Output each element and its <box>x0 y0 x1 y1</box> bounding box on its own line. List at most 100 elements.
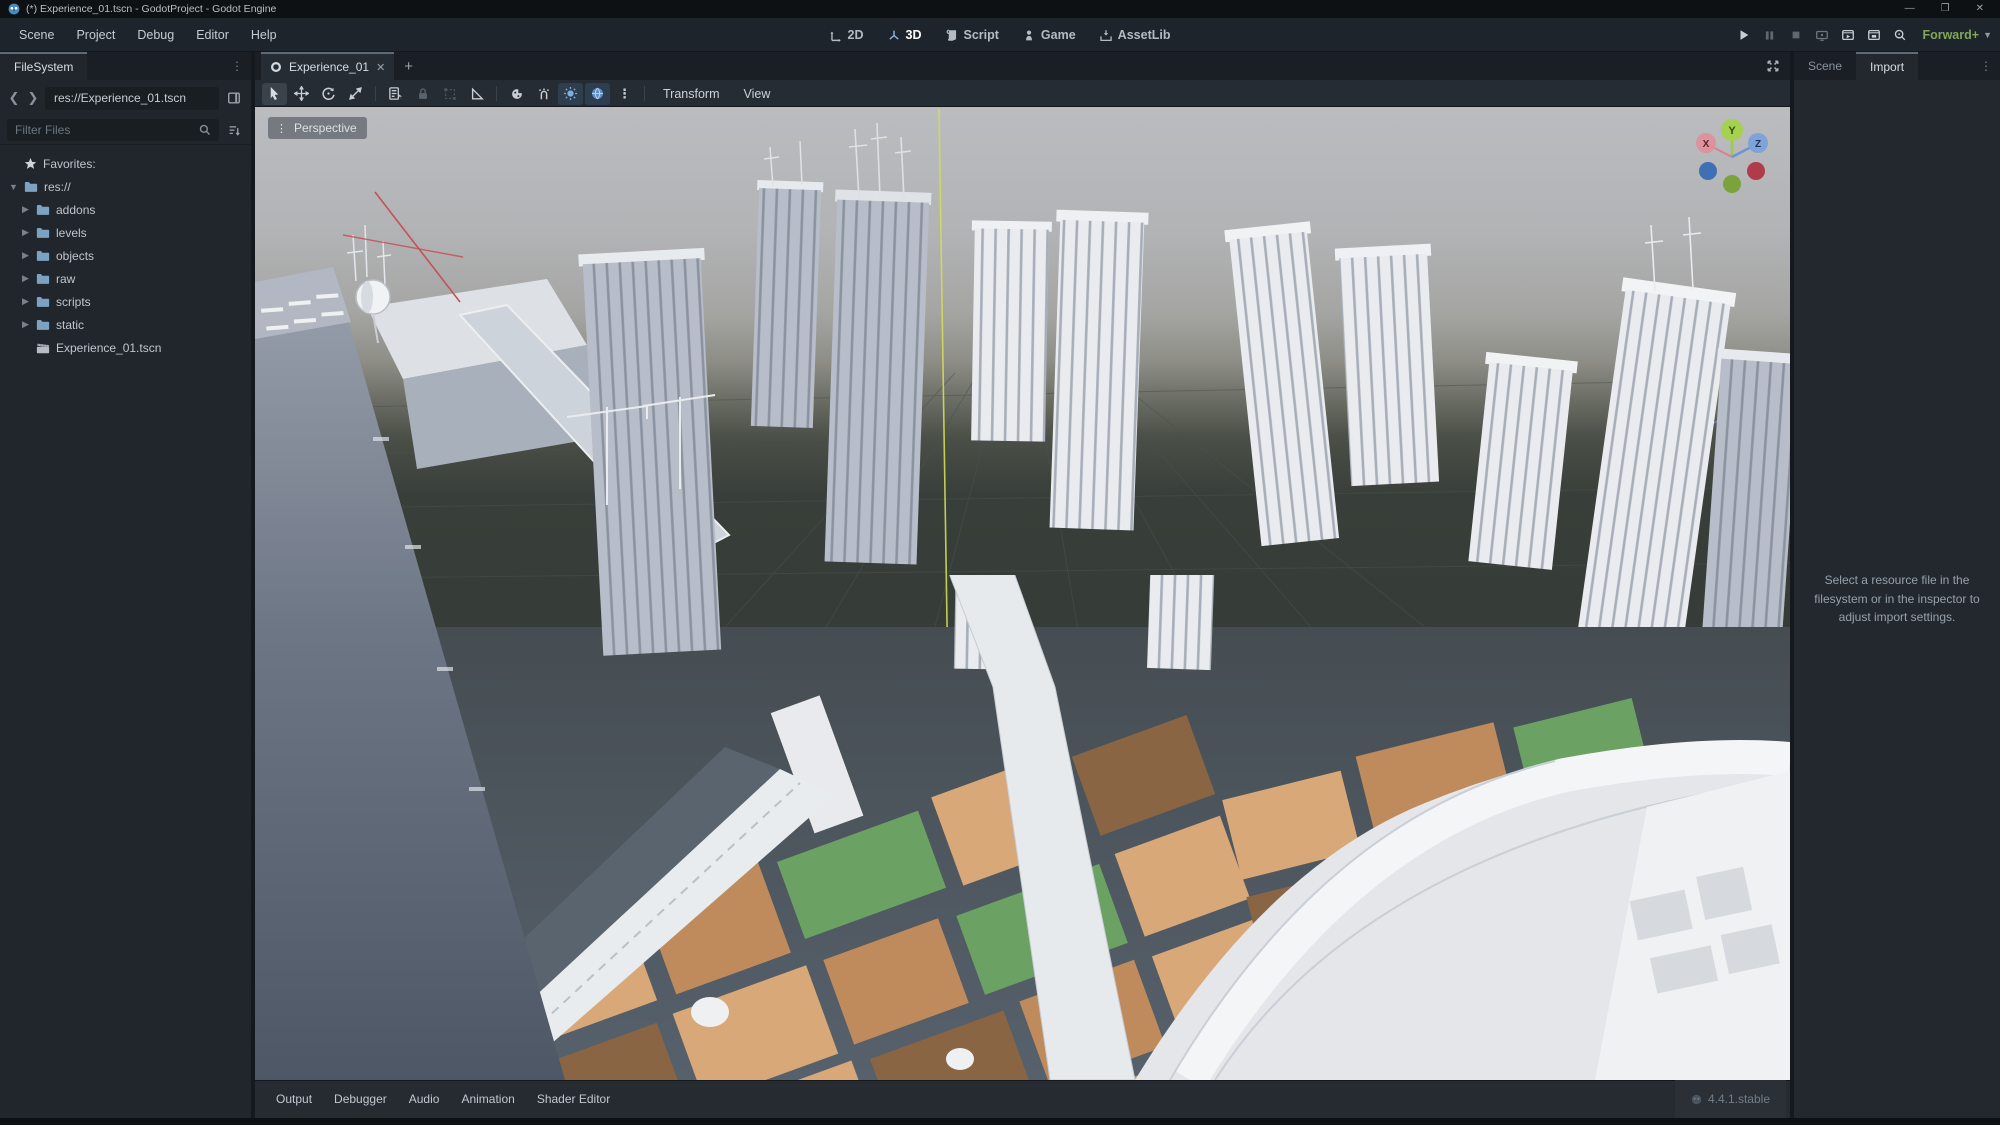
folder-icon <box>36 204 50 216</box>
tree-item-raw[interactable]: ▶ raw <box>0 267 251 290</box>
tree-item-static[interactable]: ▶ static <box>0 313 251 336</box>
window-title: (*) Experience_01.tscn - GodotProject - … <box>26 3 276 15</box>
tree-item-scene-file[interactable]: Experience_01.tscn <box>0 336 251 359</box>
group-selected-button[interactable] <box>437 83 462 105</box>
tree-item-levels[interactable]: ▶ levels <box>0 221 251 244</box>
view-axis-gizmo[interactable]: Y X Z <box>1686 113 1778 205</box>
tab-scene-dock[interactable]: Scene <box>1794 52 1856 80</box>
workspace-tab-script[interactable]: Script <box>938 26 1005 44</box>
filesystem-dock-tabbar: FileSystem ⋮ <box>0 52 251 80</box>
play-custom-scene-button[interactable] <box>1862 25 1885 45</box>
extra-options-button[interactable]: ⋮ <box>612 83 637 105</box>
history-back-button[interactable]: ❮ <box>7 90 21 106</box>
expand-arrow-icon[interactable]: ▶ <box>21 204 30 215</box>
panel-output[interactable]: Output <box>265 1092 323 1106</box>
distraction-free-button[interactable] <box>1756 52 1790 80</box>
workspace-tab-3d[interactable]: 3D <box>881 26 929 44</box>
new-scene-tab-button[interactable]: + <box>394 52 423 80</box>
preview-sun-button[interactable] <box>558 83 583 105</box>
environment-globe-icon <box>590 86 605 101</box>
tree-item-favorites[interactable]: Favorites: <box>0 152 251 175</box>
menu-help[interactable]: Help <box>240 28 288 42</box>
move-mode-button[interactable] <box>289 83 314 105</box>
version-info[interactable]: 4.4.1.stable <box>1675 1080 1786 1118</box>
panel-shader-editor[interactable]: Shader Editor <box>526 1092 621 1106</box>
workspace-tab-2d[interactable]: 2D <box>823 26 871 44</box>
script-workspace-icon <box>945 29 958 42</box>
tree-item-res-root[interactable]: ▼ res:// <box>0 175 251 198</box>
filesystem-tree: Favorites: ▼ res:// ▶ addons ▶ levels ▶ … <box>0 144 251 1118</box>
search-icon <box>199 124 211 136</box>
tab-filesystem[interactable]: FileSystem <box>0 52 87 80</box>
folder-icon <box>36 319 50 331</box>
local-space-button[interactable] <box>504 83 529 105</box>
filesystem-navbar: ❮ ❯ res://Experience_01.tscn <box>0 80 251 116</box>
perspective-menu-button[interactable]: ⋮ Perspective <box>268 117 367 139</box>
expand-arrow-icon[interactable]: ▶ <box>21 227 30 238</box>
sort-files-button[interactable] <box>224 120 244 140</box>
menu-debug[interactable]: Debug <box>126 28 185 42</box>
workspace-tab-assetlib[interactable]: AssetLib <box>1093 26 1178 44</box>
menu-editor[interactable]: Editor <box>185 28 240 42</box>
expand-arrow-icon[interactable]: ▶ <box>21 250 30 261</box>
transform-menu[interactable]: Transform <box>652 87 731 101</box>
pause-button[interactable] <box>1758 25 1781 45</box>
2d-workspace-icon <box>830 29 843 42</box>
panel-audio[interactable]: Audio <box>398 1092 451 1106</box>
toolbar-separator <box>375 86 376 101</box>
filesystem-filter-row: Filter Files <box>0 116 251 144</box>
play-button[interactable] <box>1732 25 1755 45</box>
expand-arrow-icon[interactable]: ▶ <box>21 319 30 330</box>
expand-arrow-icon[interactable]: ▶ <box>21 296 30 307</box>
scene-icon <box>270 61 282 73</box>
viewport-3d[interactable]: ⋮ Perspective Y X Z <box>255 107 1790 1080</box>
ruler-mode-button[interactable] <box>464 83 489 105</box>
folder-icon <box>36 227 50 239</box>
maximize-button[interactable]: ❐ <box>1941 4 1950 14</box>
scene-file-icon <box>36 342 50 354</box>
scale-mode-button[interactable] <box>343 83 368 105</box>
movie-maker-button[interactable] <box>1888 25 1911 45</box>
panel-animation[interactable]: Animation <box>450 1092 525 1106</box>
expand-arrow-icon[interactable]: ▶ <box>21 273 30 284</box>
lock-selected-button[interactable] <box>410 83 435 105</box>
menu-project[interactable]: Project <box>65 28 126 42</box>
scene-tab-experience-01[interactable]: Experience_01 ✕ <box>261 52 394 80</box>
tree-item-addons[interactable]: ▶ addons <box>0 198 251 221</box>
rotate-mode-button[interactable] <box>316 83 341 105</box>
filter-files-input[interactable]: Filter Files <box>7 119 219 141</box>
import-empty-message: Select a resource file in the filesystem… <box>1810 571 1984 627</box>
rotate-icon <box>321 86 336 101</box>
scene-tabbar: Experience_01 ✕ + <box>255 52 1790 80</box>
version-label: 4.4.1.stable <box>1708 1092 1770 1106</box>
tree-item-scripts[interactable]: ▶ scripts <box>0 290 251 313</box>
history-forward-button[interactable]: ❯ <box>26 90 40 106</box>
stop-button[interactable] <box>1784 25 1807 45</box>
toggle-split-mode-button[interactable] <box>224 88 244 108</box>
remote-debug-button[interactable] <box>1810 25 1833 45</box>
snap-toggle-button[interactable] <box>531 83 556 105</box>
workspace-tab-game[interactable]: Game <box>1016 26 1083 44</box>
right-dock-menu-icon[interactable]: ⋮ <box>1972 52 2000 80</box>
game-workspace-icon <box>1023 29 1036 42</box>
filesystem-dock-menu-icon[interactable]: ⋮ <box>223 52 251 80</box>
play-scene-button[interactable] <box>1836 25 1859 45</box>
folder-icon <box>36 273 50 285</box>
gizmo-z-label: Z <box>1755 139 1761 150</box>
renderer-selector[interactable]: Forward+ ▼ <box>1922 28 1992 42</box>
close-button[interactable]: ✕ <box>1976 4 1984 14</box>
close-tab-icon[interactable]: ✕ <box>376 61 385 74</box>
menu-scene[interactable]: Scene <box>8 28 65 42</box>
view-menu[interactable]: View <box>733 87 782 101</box>
current-path-field[interactable]: res://Experience_01.tscn <box>45 87 219 110</box>
tab-import-dock[interactable]: Import <box>1856 52 1918 80</box>
chevron-down-icon: ▼ <box>1983 30 1992 40</box>
select-mode-button[interactable] <box>262 83 287 105</box>
tree-item-objects[interactable]: ▶ objects <box>0 244 251 267</box>
preview-environment-button[interactable] <box>585 83 610 105</box>
panel-debugger[interactable]: Debugger <box>323 1092 398 1106</box>
minimize-button[interactable]: — <box>1905 4 1915 14</box>
select-cursor-icon <box>267 86 282 101</box>
selection-list-button[interactable] <box>383 83 408 105</box>
collapse-arrow-icon[interactable]: ▼ <box>9 182 18 192</box>
